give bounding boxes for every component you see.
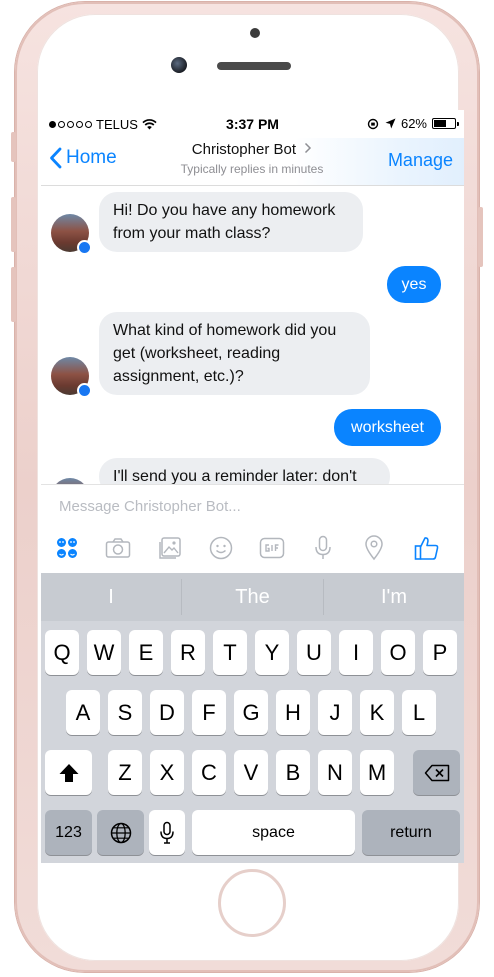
key-v[interactable]: V [234, 750, 268, 795]
composer: Message Christopher Bot... [41, 484, 464, 574]
camera-icon[interactable] [104, 534, 132, 562]
message-bubble[interactable]: Hi! Do you have any homework from your m… [99, 192, 363, 252]
key-s[interactable]: S [108, 690, 142, 735]
key-e[interactable]: E [129, 630, 163, 675]
location-icon[interactable] [360, 534, 388, 562]
message-bubble[interactable]: What kind of homework did you get (works… [99, 312, 370, 395]
key-r[interactable]: R [171, 630, 205, 675]
battery-percent: 62% [400, 116, 427, 131]
dictation-key[interactable] [149, 810, 185, 855]
key-c[interactable]: C [192, 750, 226, 795]
return-key[interactable]: return [362, 810, 460, 855]
chevron-right-icon [305, 142, 312, 154]
backspace-icon [424, 764, 449, 781]
messenger-badge-icon [77, 240, 92, 255]
conversation-title[interactable]: Christopher Bot Typically replies in min… [141, 141, 363, 176]
gallery-icon[interactable] [156, 534, 184, 562]
backspace-key[interactable] [413, 750, 460, 795]
predictive-bar: I The I'm [41, 573, 464, 621]
microphone-icon[interactable] [309, 534, 337, 562]
bot-avatar[interactable] [51, 214, 92, 255]
space-key[interactable]: space [192, 810, 355, 855]
home-button[interactable] [218, 869, 286, 937]
back-button[interactable]: Home [49, 147, 117, 169]
shift-icon [59, 763, 78, 782]
key-j[interactable]: J [318, 690, 352, 735]
mute-switch [11, 132, 16, 162]
key-l[interactable]: L [402, 690, 436, 735]
status-bar: TELUS 3:37 PM 62% [41, 110, 464, 138]
front-camera [171, 57, 187, 73]
chevron-left-icon [50, 147, 62, 169]
chat-header: Home Christopher Bot Typically replies i… [41, 138, 464, 186]
key-g[interactable]: G [234, 690, 268, 735]
apps-icon[interactable] [53, 534, 81, 562]
key-z[interactable]: Z [108, 750, 142, 795]
key-a[interactable]: A [66, 690, 100, 735]
gif-icon[interactable] [258, 534, 286, 562]
messenger-screen: TELUS 3:37 PM 62% Home Christopher Bot T… [41, 110, 464, 863]
key-m[interactable]: M [360, 750, 394, 795]
volume-up-button [11, 197, 16, 252]
key-i[interactable]: I [339, 630, 373, 675]
key-q[interactable]: Q [45, 630, 79, 675]
emoji-icon[interactable] [207, 534, 235, 562]
back-label: Home [66, 147, 117, 168]
suggestion-item[interactable]: I'm [324, 573, 464, 621]
message-bubble[interactable]: I'll send you a reminder later: don't [99, 458, 390, 484]
volume-down-button [11, 267, 16, 322]
key-f[interactable]: F [192, 690, 226, 735]
reply-time-note: Typically replies in minutes [180, 162, 324, 176]
key-h[interactable]: H [276, 690, 310, 735]
key-n[interactable]: N [318, 750, 352, 795]
globe-icon [110, 822, 131, 843]
globe-key[interactable] [97, 810, 144, 855]
composer-toolbar [41, 532, 464, 566]
rotation-lock-icon [367, 118, 379, 129]
proximity-sensor [250, 28, 260, 38]
message-bubble[interactable]: worksheet [334, 409, 441, 446]
earpiece-speaker [217, 62, 291, 70]
key-w[interactable]: W [87, 630, 121, 675]
contact-name: Christopher Bot [191, 141, 297, 158]
key-u[interactable]: U [297, 630, 331, 675]
numbers-key[interactable]: 123 [45, 810, 92, 855]
message-input[interactable]: Message Christopher Bot... [59, 498, 439, 515]
microphone-icon [160, 821, 174, 844]
key-x[interactable]: X [150, 750, 184, 795]
key-b[interactable]: B [276, 750, 310, 795]
key-y[interactable]: Y [255, 630, 289, 675]
like-icon[interactable] [413, 534, 441, 562]
key-o[interactable]: O [381, 630, 415, 675]
location-arrow-icon [385, 118, 396, 129]
suggestion-item[interactable]: I [41, 573, 181, 621]
key-t[interactable]: T [213, 630, 247, 675]
manage-button[interactable]: Manage [388, 150, 453, 171]
shift-key[interactable] [45, 750, 92, 795]
bot-avatar[interactable] [51, 357, 92, 398]
key-p[interactable]: P [423, 630, 457, 675]
battery-icon [432, 118, 459, 129]
power-button [478, 207, 483, 267]
key-d[interactable]: D [150, 690, 184, 735]
messenger-badge-icon [77, 383, 92, 398]
message-bubble[interactable]: yes [387, 266, 441, 303]
keyboard: I The I'm Q W E R T Y U I O P A S D F G … [41, 573, 464, 863]
suggestion-item[interactable]: The [182, 573, 323, 621]
message-list[interactable]: Hi! Do you have any homework from your m… [41, 186, 464, 484]
key-k[interactable]: K [360, 690, 394, 735]
